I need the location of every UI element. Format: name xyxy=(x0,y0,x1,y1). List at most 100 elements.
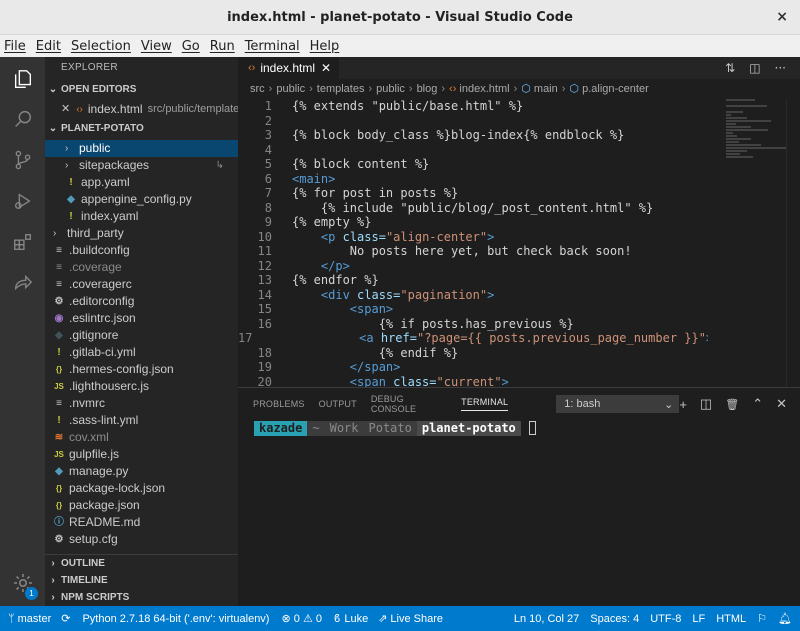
tree-item-appengine-config-py[interactable]: ◆ appengine_config.py xyxy=(45,191,238,208)
breadcrumb-item[interactable]: src xyxy=(250,83,265,95)
breadcrumb-item[interactable]: public xyxy=(276,83,305,95)
search-icon[interactable] xyxy=(0,99,45,139)
more-actions-icon[interactable]: ··· xyxy=(775,61,786,75)
menu-go[interactable]: Go xyxy=(182,39,200,54)
run-debug-icon[interactable] xyxy=(0,181,45,221)
tree-item-gitignore[interactable]: ◆ .gitignore xyxy=(45,327,238,344)
minimap[interactable] xyxy=(726,99,786,179)
menu-terminal[interactable]: Terminal xyxy=(245,39,300,54)
open-editors-header[interactable]: ⌄ OPEN EDITORS xyxy=(45,79,238,101)
section-outline[interactable]: › OUTLINE xyxy=(45,555,238,572)
sync-icon[interactable]: ⟳ xyxy=(61,612,70,625)
terminal-prompt[interactable]: kazade ~ Work Potato planet-potato xyxy=(238,420,800,436)
user-status[interactable]: ϐ Luke xyxy=(334,613,368,625)
breadcrumb-item[interactable]: blog xyxy=(417,83,438,95)
split-terminal-icon[interactable]: ◫ xyxy=(700,396,712,412)
notifications-icon[interactable]: 🔔︎ xyxy=(778,612,792,625)
maximize-panel-icon[interactable]: ⌃ xyxy=(752,396,763,412)
code-token: <p xyxy=(320,229,343,244)
tree-item-cov-xml[interactable]: ≋ cov.xml xyxy=(45,429,238,446)
menu-view[interactable]: View xyxy=(141,39,172,54)
indentation[interactable]: Spaces: 4 xyxy=(590,613,639,625)
tree-item-label: .coverage xyxy=(69,260,122,274)
panel-tab-debug-console[interactable]: DEBUG CONSOLE xyxy=(371,394,447,414)
tree-item-hermes-config-json[interactable]: {} .hermes-config.json xyxy=(45,361,238,378)
tree-item-manage-py[interactable]: ◆ manage.py xyxy=(45,463,238,480)
menu-file[interactable]: File xyxy=(4,39,26,54)
tree-item-coveragerc[interactable]: ≡ .coveragerc xyxy=(45,276,238,293)
menu-edit[interactable]: Edit xyxy=(36,39,61,54)
tree-item-setup-cfg[interactable]: ⚙ setup.cfg xyxy=(45,531,238,548)
code-token: > xyxy=(487,229,495,244)
tree-item-coverage[interactable]: ≡ .coverage xyxy=(45,259,238,276)
close-icon[interactable]: ✕ xyxy=(321,61,331,75)
extensions-icon[interactable] xyxy=(0,222,45,262)
problems-status[interactable]: ⊗ 0 ⚠ 0 xyxy=(281,612,322,626)
window-title: index.html - planet-potato - Visual Stud… xyxy=(227,9,573,25)
language-mode[interactable]: HTML xyxy=(716,613,746,625)
tree-item-public[interactable]: › public xyxy=(45,140,238,157)
code-area[interactable]: 1 {% extends "public/base.html" %} 2 3 {% bl… xyxy=(238,99,708,389)
live-share-status[interactable]: ⇗ Live Share xyxy=(378,612,443,626)
tree-item-nvmrc[interactable]: ≡ .nvmrc xyxy=(45,395,238,412)
compare-changes-icon[interactable]: ⇅ xyxy=(725,61,735,75)
live-share-icon[interactable] xyxy=(0,263,45,303)
eol[interactable]: LF xyxy=(692,613,705,625)
menu-run[interactable]: Run xyxy=(210,39,235,54)
tree-item-readme-md[interactable]: ⓘ README.md xyxy=(45,514,238,531)
section-npm-scripts[interactable]: › NPM SCRIPTS xyxy=(45,589,238,606)
terminal-select[interactable]: 1: bash ⌄ xyxy=(556,395,680,413)
section-timeline[interactable]: › TIMELINE xyxy=(45,572,238,589)
tree-item-index-yaml[interactable]: ! index.yaml xyxy=(45,208,238,225)
tree-item-app-yaml[interactable]: ! app.yaml xyxy=(45,174,238,191)
tree-item-package-json[interactable]: {} package.json xyxy=(45,497,238,514)
new-terminal-icon[interactable]: + xyxy=(679,397,687,412)
breadcrumb-item[interactable]: public xyxy=(376,83,405,95)
panel-tab-problems[interactable]: PROBLEMS xyxy=(253,399,305,409)
tree-item-gitlab-ci-yml[interactable]: ! .gitlab-ci.yml xyxy=(45,344,238,361)
line-number: 16 xyxy=(257,316,272,331)
tree-item-gulpfile-js[interactable]: JS gulpfile.js xyxy=(45,446,238,463)
code-line: 3 {% block body_class %}blog-index{% endb… xyxy=(238,128,708,143)
close-icon[interactable]: × xyxy=(776,9,788,25)
cursor-position[interactable]: Ln 10, Col 27 xyxy=(514,613,579,625)
feedback-icon[interactable]: ⚐ xyxy=(757,612,767,625)
tree-item-package-lock-json[interactable]: {} package-lock.json xyxy=(45,480,238,497)
tab-index-html[interactable]: ‹› index.html ✕ xyxy=(238,57,340,79)
breadcrumb-item[interactable]: main xyxy=(534,83,558,95)
breadcrumb-item[interactable]: index.html xyxy=(459,83,509,95)
menu-help[interactable]: Help xyxy=(310,39,340,54)
close-panel-icon[interactable]: ✕ xyxy=(776,396,787,412)
manage-gear-icon[interactable]: 1 xyxy=(0,563,45,603)
panel-tab-terminal[interactable]: TERMINAL xyxy=(461,397,509,411)
branch-status[interactable]: ᛘ master xyxy=(8,613,51,625)
minimap-line xyxy=(726,120,771,122)
close-icon[interactable]: ✕ xyxy=(61,101,70,118)
panel-tab-output[interactable]: OUTPUT xyxy=(319,399,357,409)
split-editor-icon[interactable]: ◫ xyxy=(749,61,760,75)
tree-item-third-party[interactable]: › third_party xyxy=(45,225,238,242)
open-editor-item[interactable]: ✕ ‹› index.html src/public/templates/... xyxy=(45,101,238,118)
encoding[interactable]: UTF-8 xyxy=(650,613,681,625)
line-number: 3 xyxy=(264,128,272,142)
breadcrumb-item[interactable]: templates xyxy=(317,83,365,95)
tree-item-editorconfig[interactable]: ⚙ .editorconfig xyxy=(45,293,238,310)
python-interpreter[interactable]: Python 2.7.18 64-bit ('.env': virtualenv… xyxy=(82,613,269,625)
line-text: {% for post in posts %} xyxy=(272,186,458,201)
code-token: > xyxy=(487,287,495,302)
trash-icon[interactable]: 🗑︎ xyxy=(725,398,739,411)
tree-item-sitepackages[interactable]: › sitepackages ↳ xyxy=(45,157,238,174)
explorer-icon[interactable] xyxy=(0,59,45,99)
project-header[interactable]: ⌄ PLANET-POTATO xyxy=(45,118,238,140)
breadcrumb-item[interactable]: p.align-center xyxy=(582,83,649,95)
tree-item-label: third_party xyxy=(67,226,124,240)
tree-item-buildconfig[interactable]: ≡ .buildconfig xyxy=(45,242,238,259)
menu-selection[interactable]: Selection xyxy=(71,39,131,54)
tree-item-lighthouserc-js[interactable]: JS .lighthouserc.js xyxy=(45,378,238,395)
line-number: 9 xyxy=(264,215,272,229)
source-control-icon[interactable] xyxy=(0,140,45,180)
editor-scrollbar[interactable] xyxy=(786,99,800,387)
tree-item-eslintrc-json[interactable]: ◉ .eslintrc.json xyxy=(45,310,238,327)
tree-item-sass-lint-yml[interactable]: ! .sass-lint.yml xyxy=(45,412,238,429)
